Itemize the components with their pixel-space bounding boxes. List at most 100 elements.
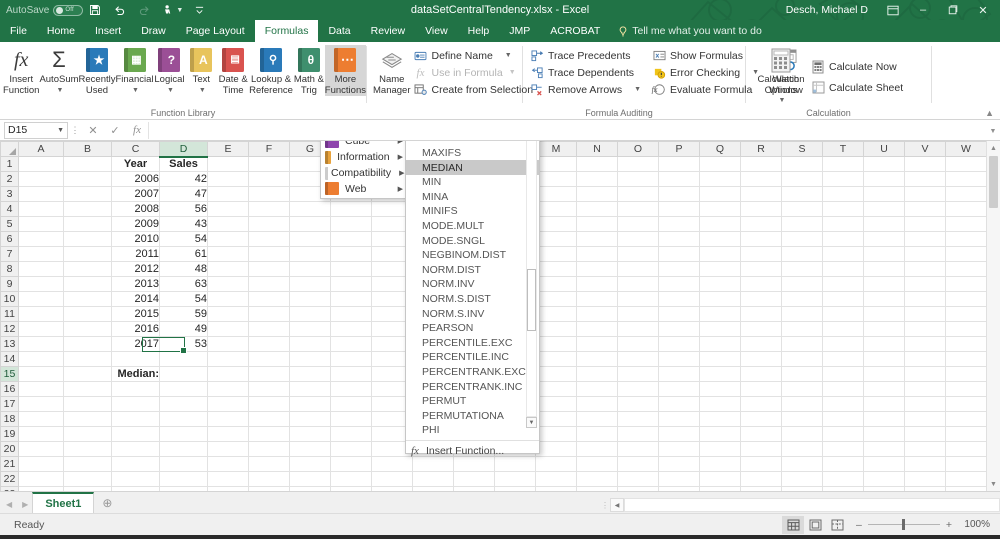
cell-D16[interactable] [160, 382, 208, 397]
cell-W17[interactable] [946, 397, 987, 412]
cell-S5[interactable] [782, 217, 823, 232]
normal-view-icon[interactable] [782, 516, 804, 534]
undo-icon[interactable] [107, 1, 132, 19]
cell-S9[interactable] [782, 277, 823, 292]
cell-H15[interactable] [331, 367, 372, 382]
previous-sheet-icon[interactable]: ◀ [6, 500, 12, 509]
cell-C15[interactable]: Median: [112, 367, 160, 382]
cell-V15[interactable] [905, 367, 946, 382]
submenu-scroll-thumb[interactable] [527, 269, 536, 331]
menu-item-cube[interactable]: Cube ▶ [321, 141, 407, 149]
cell-V2[interactable] [905, 172, 946, 187]
define-name-caret[interactable]: ▼ [505, 52, 512, 59]
row-header-21[interactable]: 21 [1, 457, 19, 472]
cell-A9[interactable] [19, 277, 64, 292]
expand-formula-bar-icon[interactable]: ▼ [986, 124, 1000, 136]
cell-S1[interactable] [782, 157, 823, 172]
cell-O5[interactable] [618, 217, 659, 232]
cell-F18[interactable] [249, 412, 290, 427]
cell-S14[interactable] [782, 352, 823, 367]
cell-O11[interactable] [618, 307, 659, 322]
cell-W9[interactable] [946, 277, 987, 292]
cell-U15[interactable] [864, 367, 905, 382]
cell-A6[interactable] [19, 232, 64, 247]
calculation-options-button[interactable]: Calculation Options ▼ [754, 45, 808, 107]
cell-D19[interactable] [160, 427, 208, 442]
cell-M12[interactable] [536, 322, 577, 337]
cell-A3[interactable] [19, 187, 64, 202]
cell-B15[interactable] [64, 367, 112, 382]
cell-T9[interactable] [823, 277, 864, 292]
cell-S20[interactable] [782, 442, 823, 457]
cell-F10[interactable] [249, 292, 290, 307]
cell-N10[interactable] [577, 292, 618, 307]
cell-N5[interactable] [577, 217, 618, 232]
zoom-out-button[interactable]: – [856, 519, 862, 531]
cell-H16[interactable] [331, 382, 372, 397]
row-header-17[interactable]: 17 [1, 397, 19, 412]
cell-V7[interactable] [905, 247, 946, 262]
tab-file[interactable]: File [0, 20, 37, 42]
cell-R16[interactable] [741, 382, 782, 397]
cell-A21[interactable] [19, 457, 64, 472]
cell-M20[interactable] [536, 442, 577, 457]
cell-S3[interactable] [782, 187, 823, 202]
cell-V16[interactable] [905, 382, 946, 397]
cell-U13[interactable] [864, 337, 905, 352]
autosave-toggle[interactable]: Off [53, 5, 83, 16]
cell-G4[interactable] [290, 202, 331, 217]
cell-U22[interactable] [864, 472, 905, 487]
cell-D6[interactable]: 54 [160, 232, 208, 247]
column-header-U[interactable]: U [864, 142, 905, 157]
cell-T20[interactable] [823, 442, 864, 457]
cell-W6[interactable] [946, 232, 987, 247]
cell-N20[interactable] [577, 442, 618, 457]
row-header-1[interactable]: 1 [1, 157, 19, 172]
autosum-button[interactable]: Σ AutoSum ▼ [39, 45, 78, 96]
cell-G22[interactable] [290, 472, 331, 487]
cell-O7[interactable] [618, 247, 659, 262]
cell-W12[interactable] [946, 322, 987, 337]
cell-F15[interactable] [249, 367, 290, 382]
cell-U12[interactable] [864, 322, 905, 337]
cell-P13[interactable] [659, 337, 700, 352]
column-header-A[interactable]: A [19, 142, 64, 157]
cell-F20[interactable] [249, 442, 290, 457]
cell-F16[interactable] [249, 382, 290, 397]
cell-O6[interactable] [618, 232, 659, 247]
cell-A2[interactable] [19, 172, 64, 187]
cell-O16[interactable] [618, 382, 659, 397]
cell-Q14[interactable] [700, 352, 741, 367]
cell-O19[interactable] [618, 427, 659, 442]
cell-M5[interactable] [536, 217, 577, 232]
row-header-20[interactable]: 20 [1, 442, 19, 457]
cell-C16[interactable] [112, 382, 160, 397]
cell-W7[interactable] [946, 247, 987, 262]
cell-S2[interactable] [782, 172, 823, 187]
ribbon-display-options-icon[interactable] [878, 0, 908, 20]
calculate-sheet-button[interactable]: Calculate Sheet [808, 77, 909, 98]
cell-U4[interactable] [864, 202, 905, 217]
cell-C17[interactable] [112, 397, 160, 412]
tab-jmp[interactable]: JMP [499, 20, 540, 42]
cell-A14[interactable] [19, 352, 64, 367]
cell-P15[interactable] [659, 367, 700, 382]
cell-Q8[interactable] [700, 262, 741, 277]
function-item-permut[interactable]: PERMUT [406, 394, 539, 409]
column-header-O[interactable]: O [618, 142, 659, 157]
cell-M18[interactable] [536, 412, 577, 427]
cell-C1[interactable]: Year [112, 157, 160, 172]
cell-Q4[interactable] [700, 202, 741, 217]
cell-Q15[interactable] [700, 367, 741, 382]
customize-quick-access-icon[interactable] [189, 1, 210, 19]
cell-P18[interactable] [659, 412, 700, 427]
cell-P2[interactable] [659, 172, 700, 187]
cell-N12[interactable] [577, 322, 618, 337]
math-trig-button[interactable]: θ Math & Trig [293, 45, 325, 96]
cell-F7[interactable] [249, 247, 290, 262]
cell-W16[interactable] [946, 382, 987, 397]
cell-B10[interactable] [64, 292, 112, 307]
define-name-button[interactable]: Define Name ▼ [411, 47, 540, 64]
cell-T13[interactable] [823, 337, 864, 352]
remove-arrows-caret[interactable]: ▼ [634, 86, 641, 93]
